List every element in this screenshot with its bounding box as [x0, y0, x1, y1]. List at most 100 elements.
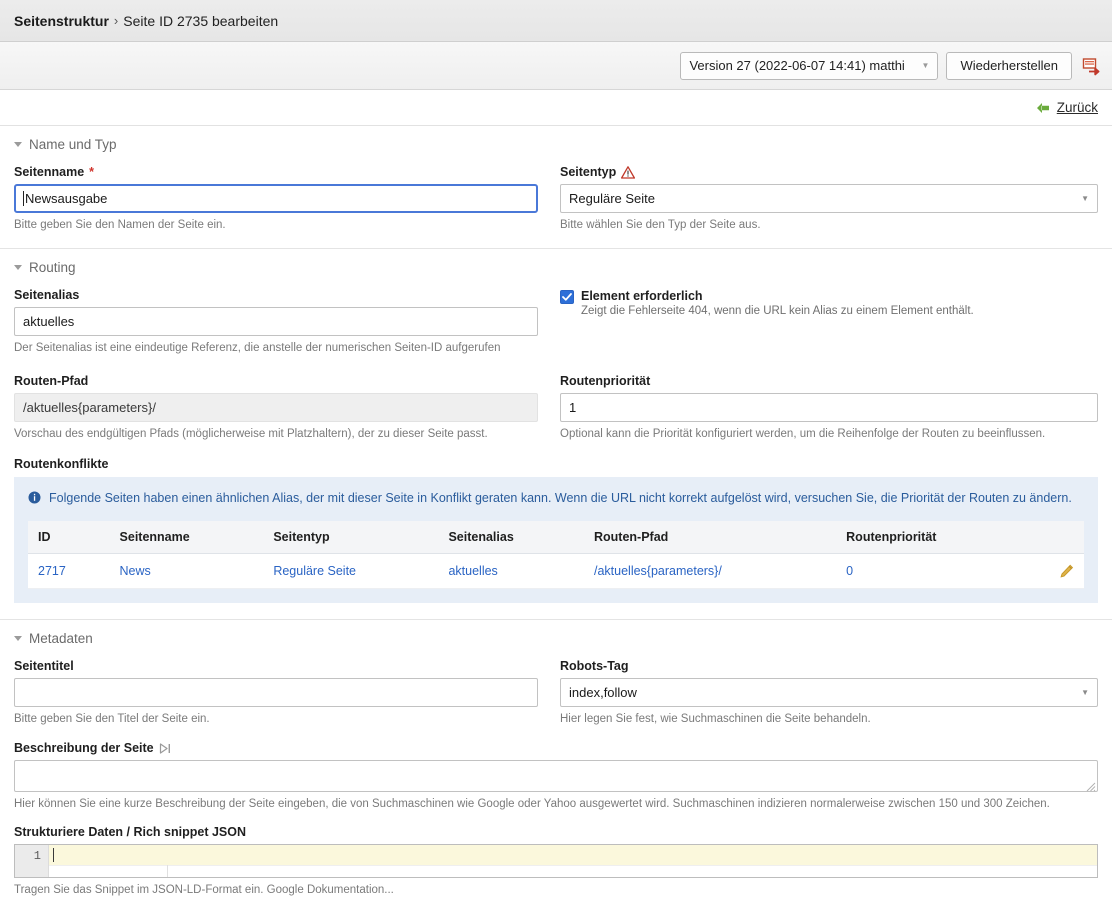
- th-seitenalias: Seitenalias: [438, 521, 584, 555]
- robots-tag-hint: Hier legen Sie fest, wie Suchmaschinen d…: [560, 712, 871, 725]
- breadcrumb-root[interactable]: Seitenstruktur: [14, 13, 109, 29]
- section-title: Routing: [29, 259, 76, 275]
- chevron-down-icon: ▼: [921, 61, 930, 70]
- routenkonflikte-message-row: Folgende Seiten haben einen ähnlichen Al…: [28, 489, 1084, 508]
- table-row[interactable]: 2717 News Reguläre Seite aktuelles /aktu…: [28, 553, 1084, 589]
- beschreibung-hint: Hier können Sie eine kurze Beschreibung …: [14, 798, 1050, 811]
- seitentitel-hint: Bitte geben Sie den Titel der Seite ein.: [14, 712, 210, 725]
- robots-tag-select[interactable]: index,follow ▼: [560, 677, 1098, 707]
- warning-triangle-icon: [621, 165, 636, 179]
- element-required-label: Element erforderlich: [581, 288, 703, 303]
- required-asterisk: *: [89, 165, 95, 179]
- routenprioritaet-hint: Optional kann die Priorität konfiguriert…: [560, 428, 1046, 441]
- routenkonflikte-message: Folgende Seiten haben einen ähnlichen Al…: [49, 490, 1072, 505]
- section-metadaten: Metadaten Seitentitel Bitte geben Sie de…: [0, 620, 1112, 899]
- routenprioritaet-input[interactable]: 1: [560, 393, 1098, 423]
- beschreibung-label-text: Beschreibung der Seite: [14, 741, 154, 756]
- routenkonflikte-label: Routenkonflikte: [14, 456, 109, 471]
- seitentyp-select[interactable]: Reguläre Seite ▼: [560, 184, 1098, 213]
- cell-routenprioritaet[interactable]: 0: [836, 553, 1025, 589]
- table-header-row: ID Seitenname Seitentyp Seitenalias Rout…: [28, 521, 1084, 555]
- robots-tag-label: Robots-Tag: [560, 658, 629, 673]
- seitentyp-select-value: Reguläre Seite: [569, 191, 655, 206]
- back-link[interactable]: Zurück: [1036, 100, 1098, 115]
- field-robots-tag: Robots-Tag index,follow ▼ Hier legen Sie…: [560, 659, 1098, 728]
- version-select-value: Version 27 (2022-06-07 14:41) matthi: [689, 58, 905, 73]
- restore-button[interactable]: Wiederherstellen: [946, 51, 1072, 80]
- section-title: Name und Typ: [29, 137, 117, 152]
- seitenname-label: Seitenname *: [14, 165, 538, 179]
- breadcrumb-current: Seite ID 2735 bearbeiten: [123, 12, 279, 29]
- chevron-down-icon: [14, 635, 22, 641]
- chevron-down-icon: [14, 142, 22, 147]
- breadcrumb-bar: Seitenstruktur › Seite ID 2735 bearbeite…: [0, 0, 1112, 42]
- field-seitenalias: Seitenalias aktuelles Der Seitenalias is…: [14, 288, 538, 357]
- seitenalias-hint: Der Seitenalias ist eine eindeutige Refe…: [14, 341, 501, 354]
- routenkonflikte-infobox: Folgende Seiten haben einen ähnlichen Al…: [14, 476, 1098, 603]
- element-required-checkbox[interactable]: [560, 289, 574, 304]
- section-header-routing[interactable]: Routing: [14, 249, 1098, 278]
- editor-active-line[interactable]: [49, 844, 1097, 865]
- seitenname-input[interactable]: Newsausgabe: [14, 184, 538, 213]
- th-actions: [1024, 521, 1084, 555]
- seitenname-label-text: Seitenname: [14, 165, 85, 179]
- robots-tag-select-value: index,follow: [569, 684, 637, 700]
- routen-pfad-label: Routen-Pfad: [14, 374, 89, 389]
- element-required-hint: Zeigt die Fehlerseite 404, wenn die URL …: [581, 304, 974, 317]
- cell-edit-action[interactable]: [1024, 553, 1084, 589]
- field-routenprioritaet: Routenpriorität 1 Optional kann die Prio…: [560, 374, 1098, 443]
- editor-code-area[interactable]: [49, 844, 1097, 877]
- seitentitel-input[interactable]: [14, 677, 538, 707]
- th-routen-pfad: Routen-Pfad: [583, 521, 837, 555]
- th-id: ID: [28, 521, 110, 555]
- export-icon[interactable]: [1082, 56, 1102, 76]
- section-header-metadaten[interactable]: Metadaten: [14, 620, 1098, 649]
- cell-id[interactable]: 2717: [28, 553, 110, 589]
- seitenalias-input[interactable]: aktuelles: [14, 306, 538, 336]
- cell-seitenname[interactable]: News: [109, 553, 264, 589]
- resize-grip-icon[interactable]: [1086, 780, 1096, 792]
- version-toolbar: Version 27 (2022-06-07 14:41) matthi ▼ W…: [0, 42, 1112, 90]
- field-beschreibung: Beschreibung der Seite Hier können Sie e…: [14, 741, 1098, 813]
- editor-gutter: 1: [15, 844, 49, 877]
- restore-button-label: Wiederherstellen: [960, 58, 1058, 73]
- rich-snippet-hint: Tragen Sie das Snippet im JSON-LD-Format…: [14, 883, 394, 896]
- beschreibung-textarea[interactable]: [14, 760, 1098, 793]
- version-select[interactable]: Version 27 (2022-06-07 14:41) matthi ▼: [680, 51, 939, 80]
- chevron-down-icon: ▼: [1081, 687, 1089, 697]
- editor-line-number: 1: [33, 848, 41, 863]
- routenprioritaet-input-value: 1: [569, 400, 577, 416]
- seitenalias-label: Seitenalias: [14, 287, 80, 302]
- cell-routen-pfad[interactable]: /aktuelles{parameters}/: [583, 553, 837, 589]
- chevron-down-icon: ▼: [1081, 194, 1089, 203]
- chevron-down-icon: [14, 264, 22, 270]
- field-rich-snippet: Strukturiere Daten / Rich snippet JSON 1…: [14, 825, 1098, 899]
- cell-seitenalias[interactable]: aktuelles: [438, 553, 584, 589]
- field-seitenname: Seitenname * Newsausgabe Bitte geben Sie …: [14, 165, 538, 234]
- skip-to-end-icon[interactable]: [159, 742, 172, 754]
- seitentyp-label: Seitentyp: [560, 165, 1098, 179]
- seitenname-input-value: Newsausgabe: [25, 191, 108, 206]
- cell-seitentyp[interactable]: Reguläre Seite: [263, 553, 439, 589]
- element-required-checkbox-row[interactable]: Element erforderlich Zeigt die Fehlersei…: [560, 289, 1098, 317]
- rich-snippet-label: Strukturiere Daten / Rich snippet JSON: [14, 824, 246, 839]
- back-row: Zurück: [0, 90, 1112, 126]
- section-header-name-und-typ[interactable]: Name und Typ: [14, 126, 1098, 155]
- breadcrumb-separator: ›: [113, 13, 119, 28]
- routenkonflikte-table: ID Seitenname Seitentyp Seitenalias Rout…: [28, 521, 1084, 589]
- rich-snippet-code-editor[interactable]: 1: [14, 843, 1098, 878]
- beschreibung-label: Beschreibung der Seite: [14, 741, 1098, 755]
- field-seitentyp: Seitentyp Reguläre Seite ▼ Bitte wählen …: [560, 165, 1098, 234]
- routen-pfad-readonly-field: /aktuelles{parameters}/: [14, 393, 538, 423]
- seitenalias-input-value: aktuelles: [23, 313, 75, 329]
- pencil-icon[interactable]: [1059, 564, 1074, 579]
- seitenname-hint: Bitte geben Sie den Namen der Seite ein.: [14, 219, 226, 231]
- seitentyp-label-text: Seitentyp: [560, 165, 617, 179]
- th-routenprioritaet: Routenpriorität: [836, 521, 1025, 555]
- editor-vertical-rule: [167, 864, 168, 877]
- th-seitenname: Seitenname: [109, 521, 264, 555]
- seitentyp-hint: Bitte wählen Sie den Typ der Seite aus.: [560, 219, 761, 231]
- routen-pfad-hint: Vorschau des endgültigen Pfads (mögliche…: [14, 428, 488, 441]
- th-seitentyp: Seitentyp: [263, 521, 439, 555]
- routenprioritaet-label: Routenpriorität: [560, 374, 651, 389]
